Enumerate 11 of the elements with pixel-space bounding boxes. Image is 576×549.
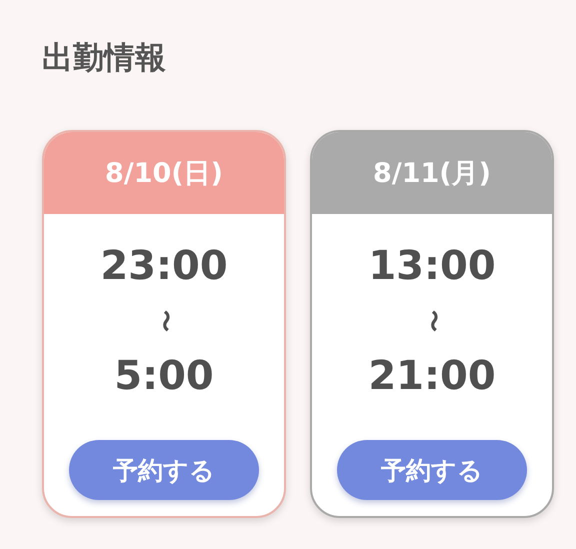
end-time: 21:00 xyxy=(368,352,496,400)
section-title: 出勤情報 xyxy=(42,39,167,78)
reserve-button[interactable]: 予約する xyxy=(69,440,259,500)
start-time: 13:00 xyxy=(368,242,496,290)
date-header: 8/11(月) xyxy=(312,132,552,214)
reserve-button[interactable]: 予約する xyxy=(337,440,527,500)
range-separator: 〜 xyxy=(420,310,444,332)
end-time: 5:00 xyxy=(114,352,214,400)
range-separator: 〜 xyxy=(152,310,176,332)
start-time: 23:00 xyxy=(100,242,228,290)
date-header: 8/10(日) xyxy=(44,132,284,214)
